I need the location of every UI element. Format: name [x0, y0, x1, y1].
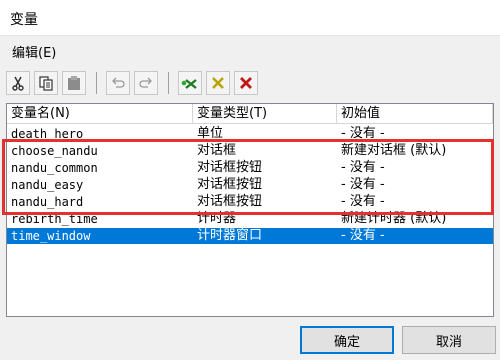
variable-type: 对话框 — [197, 143, 237, 158]
table-row[interactable]: nandu_easy 对话框按钮 - 没有 - — [7, 177, 493, 193]
cancel-button[interactable]: 取消 — [402, 326, 496, 354]
paste-icon — [68, 76, 80, 90]
list-header: 变量名(N) 变量类型(T) 初始值 — [7, 104, 493, 124]
toolbar-separator — [96, 72, 97, 94]
variable-initial-value: - 没有 - — [341, 126, 385, 141]
window-title: 变量 — [10, 12, 38, 28]
variable-initial-value: - 没有 - — [341, 160, 385, 175]
variable-initial-value: - 没有 - — [341, 228, 385, 243]
variable-name: choose_nandu — [11, 144, 98, 158]
variable-initial-value: - 没有 - — [341, 177, 385, 192]
delete-variable-button[interactable] — [206, 71, 230, 95]
variable-type: 单位 — [197, 126, 224, 141]
table-row[interactable]: nandu_common 对话框按钮 - 没有 - — [7, 160, 493, 176]
variable-name: rebirth_time — [11, 212, 98, 226]
paste-button[interactable] — [62, 71, 86, 95]
variable-initial-value: - 没有 - — [341, 194, 385, 209]
table-row-selected[interactable]: time_window 计时器窗口 - 没有 - — [7, 228, 493, 244]
clear-icon — [240, 77, 252, 89]
variable-list[interactable]: 变量名(N) 变量类型(T) 初始值 death_hero 单位 - 没有 - … — [6, 103, 494, 317]
copy-button[interactable] — [34, 71, 58, 95]
variable-initial-value: 新建计时器 (默认) — [341, 211, 447, 226]
variable-name: death_hero — [11, 127, 84, 141]
undo-button[interactable] — [106, 71, 130, 95]
redo-icon — [139, 77, 152, 88]
title-bar: 变量 — [0, 0, 500, 36]
table-row[interactable]: death_hero 单位 - 没有 - — [7, 126, 493, 142]
menu-edit[interactable]: 编辑(E) — [10, 42, 58, 61]
cut-button[interactable] — [6, 71, 30, 95]
redo-button[interactable] — [134, 71, 158, 95]
table-row[interactable]: rebirth_time 计时器 新建计时器 (默认) — [7, 211, 493, 227]
new-variable-button[interactable] — [178, 71, 202, 95]
variable-type: 对话框按钮 — [197, 177, 263, 192]
column-header-initial[interactable]: 初始值 — [337, 104, 493, 124]
column-header-type[interactable]: 变量类型(T) — [193, 104, 337, 124]
cut-icon — [12, 76, 24, 91]
column-header-name[interactable]: 变量名(N) — [7, 104, 193, 124]
menu-bar: 编辑(E) — [0, 37, 500, 63]
delete-variable-icon — [212, 77, 224, 89]
variable-type: 计时器 — [197, 211, 237, 226]
variable-type: 对话框按钮 — [197, 194, 263, 209]
variable-type: 对话框按钮 — [197, 160, 263, 175]
variable-name: time_window — [11, 229, 91, 243]
variable-name: nandu_common — [11, 161, 98, 175]
variable-initial-value: 新建对话框 (默认) — [341, 143, 447, 158]
variable-type: 计时器窗口 — [197, 228, 263, 243]
ok-button[interactable]: 确定 — [300, 326, 394, 354]
table-row[interactable]: choose_nandu 对话框 新建对话框 (默认) — [7, 143, 493, 159]
toolbar — [4, 69, 496, 99]
toolbar-separator — [168, 72, 169, 94]
new-variable-icon — [181, 79, 197, 89]
clear-button[interactable] — [234, 71, 258, 95]
undo-icon — [112, 77, 125, 88]
variable-name: nandu_easy — [11, 178, 84, 192]
copy-icon — [39, 76, 53, 91]
table-row[interactable]: nandu_hard 对话框按钮 - 没有 - — [7, 194, 493, 210]
variable-name: nandu_hard — [11, 195, 84, 209]
